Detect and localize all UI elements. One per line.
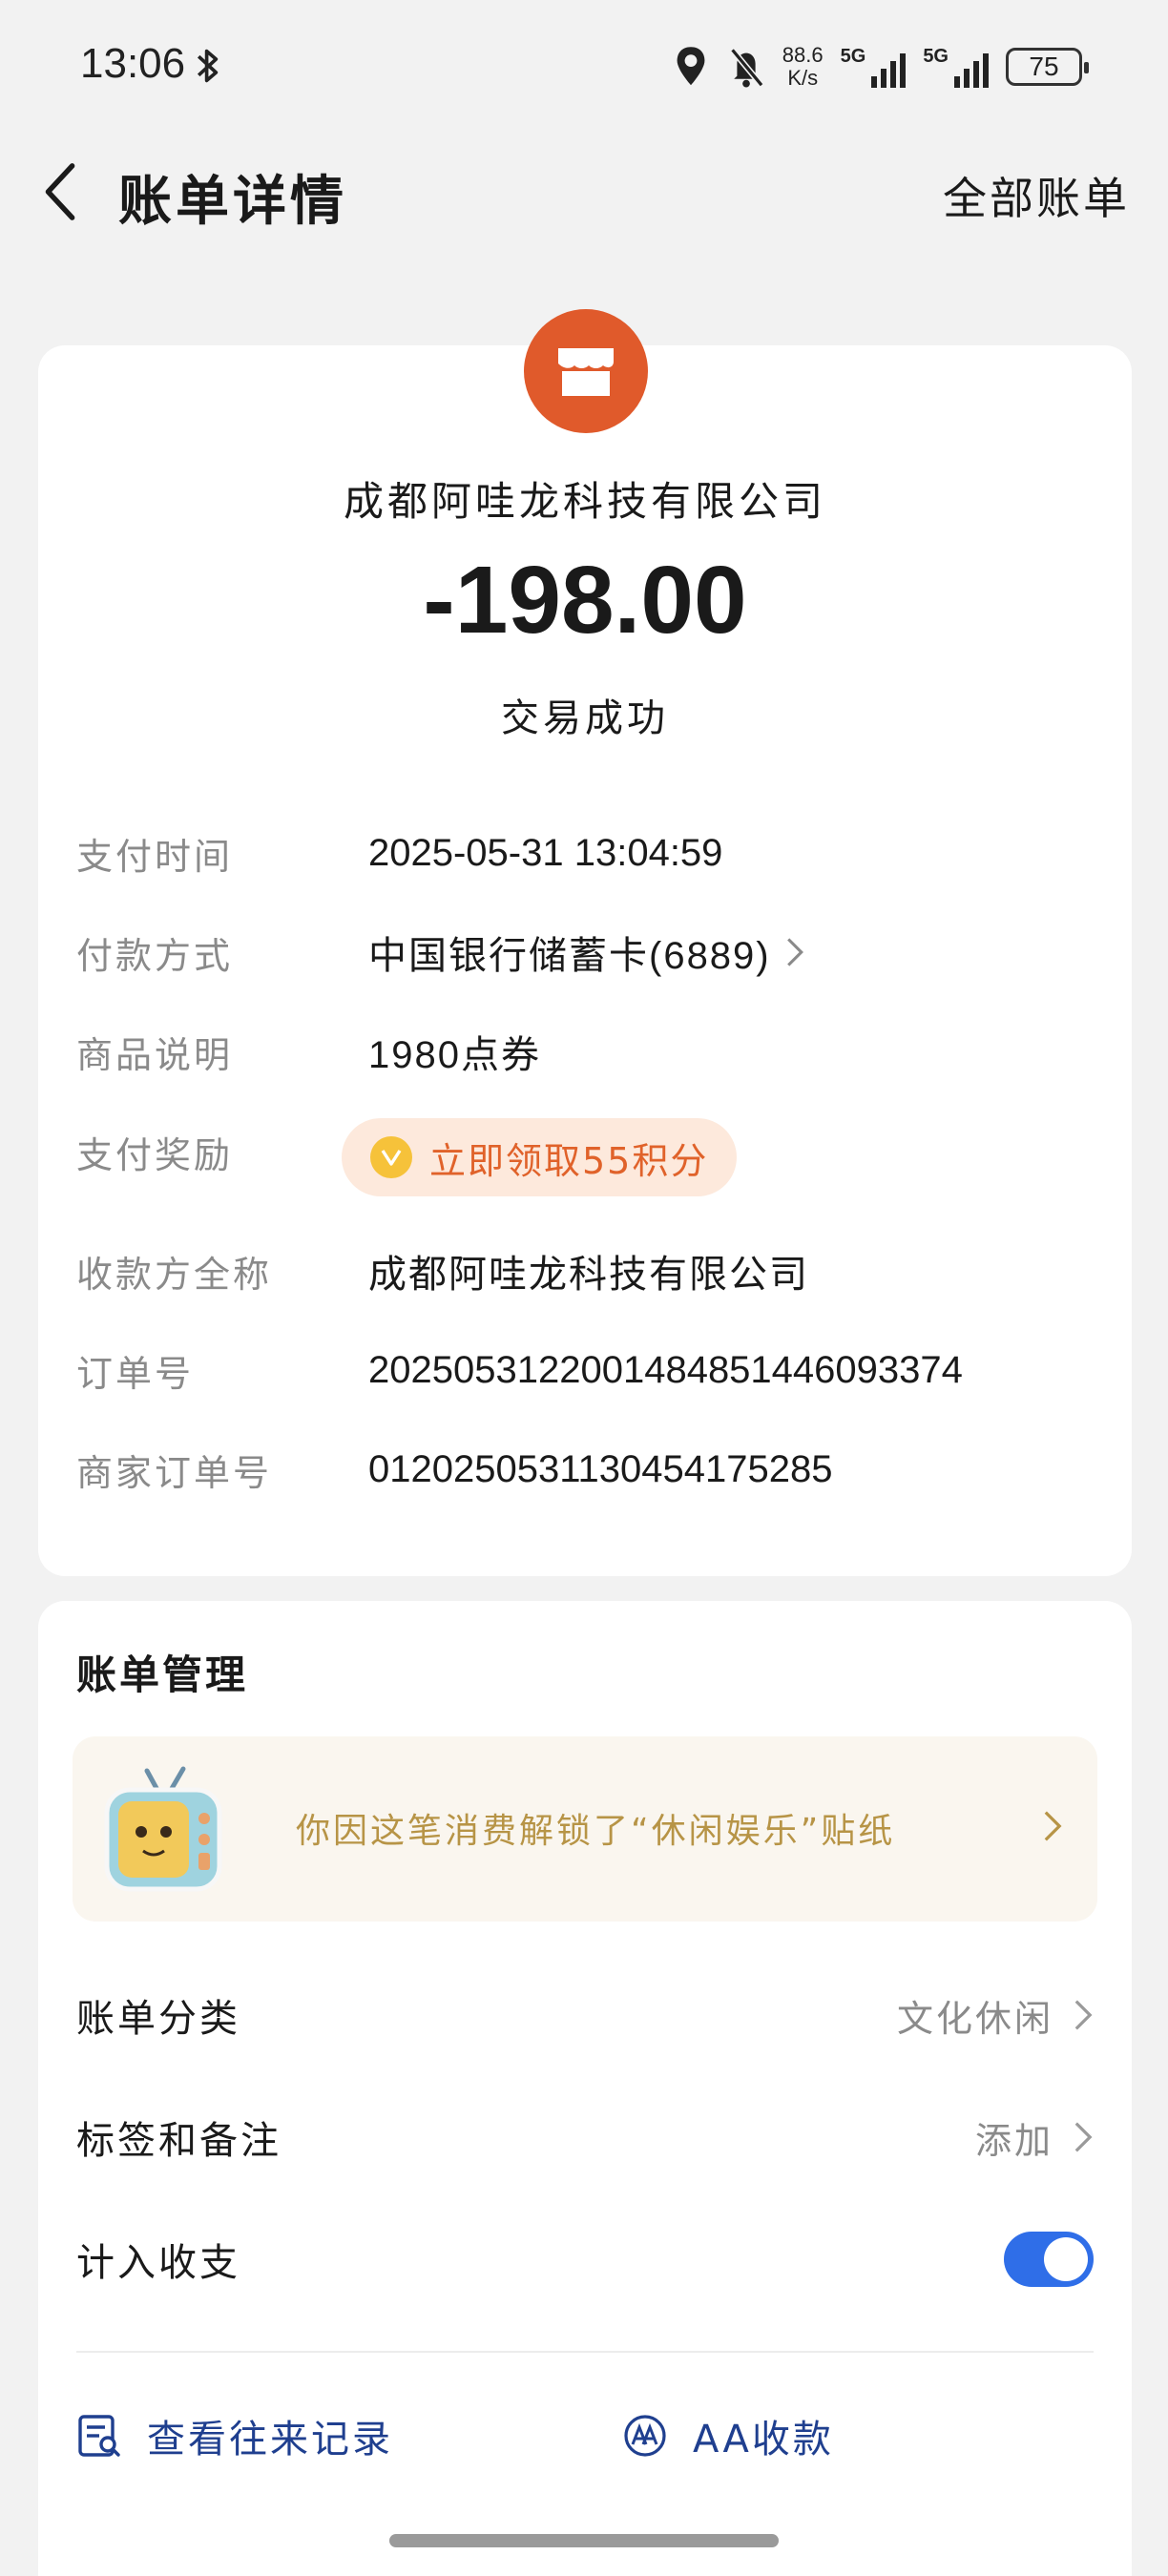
section-title: 账单管理 xyxy=(76,1652,249,1698)
chevron-right-icon xyxy=(1074,2000,1093,2030)
aa-icon xyxy=(624,2415,666,2457)
transaction-status: 交易成功 xyxy=(501,696,669,740)
row-label: 商家订单号 xyxy=(76,1451,273,1494)
row-payment-reward: 支付奖励 立即领取55积分 xyxy=(76,1118,1094,1204)
status-time: 13:06 xyxy=(80,40,186,87)
include-in-stats-toggle[interactable] xyxy=(1004,2232,1094,2287)
tags-notes-row[interactable]: 标签和备注 添加 xyxy=(76,2089,1094,2185)
row-order-number: 订单号 2025053122001484851446093374 xyxy=(76,1332,1094,1408)
bill-management-card: 账单管理 你因这笔消费解锁了“休闲娱乐”贴纸 账单分类 文化休闲 标签和备注 添… xyxy=(38,1601,1132,2576)
view-history-button[interactable]: 查看往来记录 xyxy=(76,2393,393,2479)
signal-1: 5G xyxy=(841,46,907,88)
bill-category-value: 文化休闲 xyxy=(896,1997,1053,2040)
aa-collect-button[interactable]: AA收款 xyxy=(622,2393,834,2479)
network-speed: 88.6 K/s xyxy=(782,44,824,90)
row-label: 付款方式 xyxy=(76,934,234,977)
bluetooth-icon xyxy=(197,49,219,83)
row-payment-time: 支付时间 2025-05-31 13:04:59 xyxy=(76,815,1094,891)
merchant-logo xyxy=(524,309,648,433)
row-merchant-order-number: 商家订单号 0120250531130454175285 xyxy=(76,1431,1094,1507)
include-in-stats-row: 计入收支 xyxy=(76,2212,1094,2307)
signal-2: 5G xyxy=(923,46,989,88)
row-label: 商品说明 xyxy=(76,1033,234,1076)
status-bar: 13:06 88.6 K/s 5G 5G 75 xyxy=(0,0,1168,134)
bill-category-row[interactable]: 账单分类 文化休闲 xyxy=(76,1967,1094,2063)
nav-bar: 账单详情 全部账单 xyxy=(0,143,1168,239)
bottom-actions: 查看往来记录 AA收款 xyxy=(76,2393,1094,2479)
chevron-right-icon xyxy=(1044,1811,1062,1841)
sticker-text: 你因这笔消费解锁了“休闲娱乐”贴纸 xyxy=(296,1812,896,1851)
row-label: 支付时间 xyxy=(76,835,234,878)
bill-category-label: 账单分类 xyxy=(76,1997,240,2041)
row-value: 2025053122001484851446093374 xyxy=(368,1348,963,1391)
amount: -198.00 xyxy=(423,547,747,654)
location-icon xyxy=(677,47,705,86)
signal-2-label: 5G xyxy=(923,46,949,67)
payment-method-value[interactable]: 中国银行储蓄卡(6889) xyxy=(368,924,805,980)
row-value: 2025-05-31 13:04:59 xyxy=(368,831,723,874)
tags-notes-value: 添加 xyxy=(974,2119,1053,2162)
row-value: 成都阿哇龙科技有限公司 xyxy=(368,1254,809,1296)
view-history-label: 查看往来记录 xyxy=(147,2418,393,2462)
coin-icon xyxy=(370,1136,412,1178)
row-label: 收款方全称 xyxy=(76,1253,273,1296)
signal-1-label: 5G xyxy=(840,46,866,67)
home-indicator[interactable] xyxy=(389,2534,779,2547)
bill-detail-card: 成都阿哇龙科技有限公司 -198.00 交易成功 支付时间 2025-05-31… xyxy=(38,309,1132,1576)
row-value: 1980点券 xyxy=(368,1034,541,1076)
row-product-desc: 商品说明 1980点券 xyxy=(76,1013,1094,1090)
include-in-stats-label: 计入收支 xyxy=(76,2241,240,2285)
divider xyxy=(76,2351,1094,2353)
net-speed-value: 88.6 xyxy=(782,43,824,67)
bell-mute-icon xyxy=(729,48,764,88)
row-value: 中国银行储蓄卡(6889) xyxy=(368,935,771,977)
toggle-knob xyxy=(1044,2237,1088,2281)
store-icon xyxy=(558,348,614,396)
sticker-banner[interactable]: 你因这笔消费解锁了“休闲娱乐”贴纸 xyxy=(73,1736,1097,1922)
row-label: 支付奖励 xyxy=(76,1134,234,1176)
row-label: 订单号 xyxy=(76,1352,195,1395)
chevron-right-icon xyxy=(1074,2122,1093,2152)
status-icons: 88.6 K/s 5G 5G 75 xyxy=(672,40,1089,93)
aa-collect-label: AA收款 xyxy=(693,2418,834,2462)
claim-points-button[interactable]: 立即领取55积分 xyxy=(342,1118,738,1196)
row-value: 0120250531130454175285 xyxy=(368,1447,833,1490)
page-title: 账单详情 xyxy=(118,171,347,233)
back-arrow-icon[interactable] xyxy=(38,162,84,221)
row-payee-name: 收款方全称 成都阿哇龙科技有限公司 xyxy=(76,1233,1094,1309)
all-bills-link[interactable]: 全部账单 xyxy=(943,164,1130,227)
net-speed-unit: K/s xyxy=(787,66,819,90)
merchant-name: 成都阿哇龙科技有限公司 xyxy=(343,478,826,525)
chevron-right-icon xyxy=(786,938,803,966)
battery-indicator: 75 xyxy=(1006,48,1089,86)
row-payment-method[interactable]: 付款方式 中国银行储蓄卡(6889) xyxy=(76,914,1094,990)
claim-points-label: 立即领取55积分 xyxy=(429,1139,709,1182)
records-search-icon xyxy=(78,2415,120,2457)
tags-notes-label: 标签和备注 xyxy=(76,2119,282,2163)
tv-sticker-icon xyxy=(104,1766,222,1892)
